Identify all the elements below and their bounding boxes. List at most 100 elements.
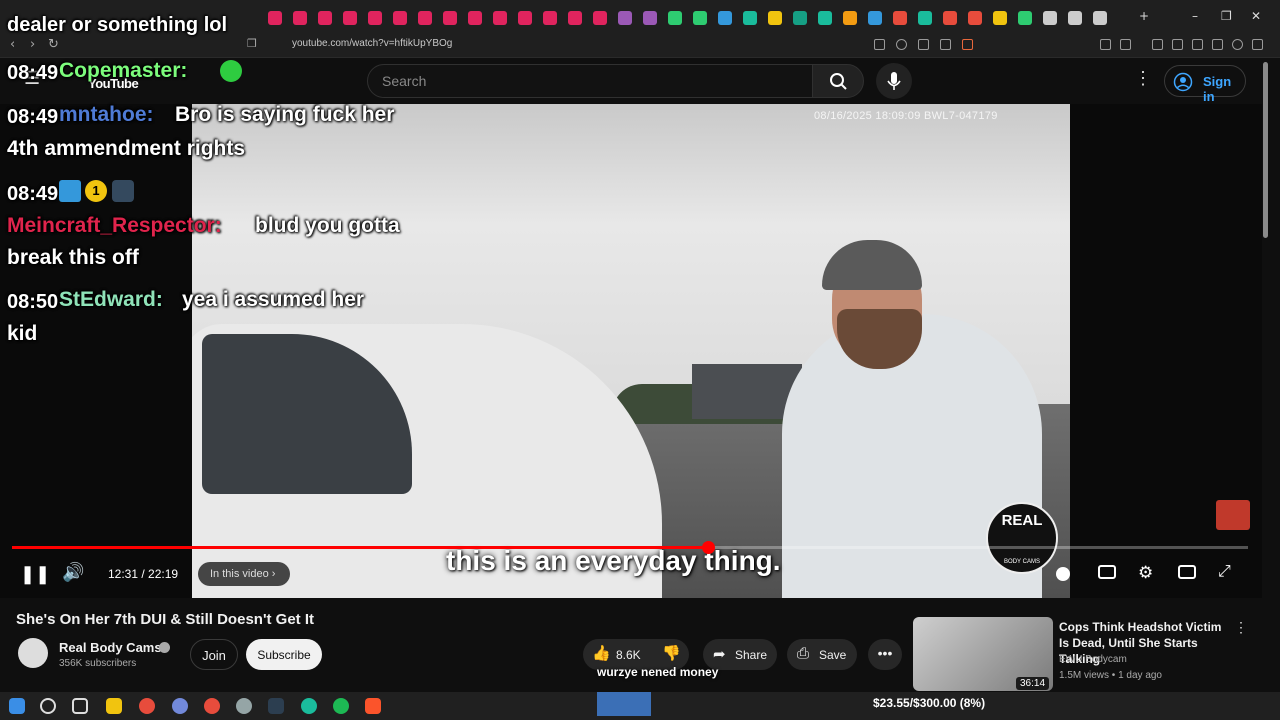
browser-tab-icon[interactable] [993,11,1007,25]
browser-tab-icon[interactable] [393,11,407,25]
spotify-icon[interactable] [333,698,349,714]
share-page-icon[interactable] [918,39,929,50]
settings-kebab-icon[interactable]: ⋮ [1134,68,1152,89]
volume-icon[interactable]: 🔊 [62,562,84,583]
fullscreen-icon[interactable]: ⤢ [1218,563,1231,581]
tab-search-icon[interactable] [1120,39,1131,50]
save-button[interactable]: ⎙ Save [787,639,857,670]
scrollbar-thumb[interactable] [1263,62,1268,238]
chat-timestamp: 08:50 [7,291,59,313]
cast-icon[interactable] [874,39,885,50]
browser-tab-icon[interactable] [918,11,932,25]
browser-tab-icon[interactable] [543,11,557,25]
wallet-icon[interactable] [1192,39,1203,50]
extensions-icon[interactable] [1100,39,1111,50]
theater-mode-icon[interactable] [1178,565,1196,579]
search-input[interactable]: Search [367,64,813,98]
browser-tab-icon[interactable] [343,11,357,25]
browser-tab-icon[interactable] [693,11,707,25]
browser-tab-icon[interactable] [468,11,482,25]
logo-text: REAL [1001,512,1043,529]
library-icon[interactable] [1152,39,1163,50]
chrome-icon[interactable] [204,698,220,714]
browser-tab-icon[interactable] [893,11,907,25]
browser-tab-icon[interactable] [718,11,732,25]
restore-button[interactable]: ❐ [1221,9,1232,23]
chat-message: break this off [7,246,139,269]
chapter-button[interactable]: In this video › [198,562,290,586]
recommended-channel[interactable]: EWU Bodycam [1059,654,1127,665]
browser-tab-icon[interactable] [968,11,982,25]
vpn-icon[interactable] [1232,39,1243,50]
sub-badge-icon: 1 [85,180,107,202]
brave-icon[interactable] [365,698,381,714]
donation-goal: $23.55/$300.00 (8%) [873,696,986,710]
zoom-icon[interactable] [896,39,907,50]
browser-tab-icon[interactable] [418,11,432,25]
edge-icon[interactable] [301,698,317,714]
scrubber-handle[interactable] [701,541,715,554]
pause-icon[interactable]: ❚❚ [20,564,50,585]
subscribe-button[interactable]: Subscribe [246,639,322,670]
browser-tab-icon[interactable] [443,11,457,25]
minimize-button[interactable]: – [1192,9,1198,23]
browser-tab-icon[interactable] [743,11,757,25]
sign-in-button[interactable]: Sign in [1164,65,1246,104]
browser-tab-icon[interactable] [818,11,832,25]
leo-ai-icon[interactable] [1212,39,1223,50]
like-icon[interactable]: 👍 [592,644,611,662]
browser-tab-icon[interactable] [1018,11,1032,25]
browser-tab-icon[interactable] [843,11,857,25]
browser-tab-icon[interactable] [268,11,282,25]
bookmark-star-icon[interactable] [940,39,951,50]
browser-tab-icon[interactable] [868,11,882,25]
browser-tab-icon[interactable] [643,11,657,25]
menu-icon[interactable] [1252,39,1263,50]
browser-tab-icon[interactable] [518,11,532,25]
voice-search-button[interactable] [876,63,912,99]
browser-tab-icon[interactable] [668,11,682,25]
browser-tab-icon[interactable] [1043,11,1057,25]
discord-icon[interactable] [172,698,188,714]
sidebar-icon[interactable] [1172,39,1183,50]
channel-name[interactable]: Real Body Cams [59,640,162,655]
search-taskbar-icon[interactable] [40,698,56,714]
browser-tab-icon[interactable] [493,11,507,25]
task-view-icon[interactable] [72,698,88,714]
browser-tab-icon[interactable] [768,11,782,25]
autoplay-toggle[interactable] [1056,567,1070,581]
chat-message: 4th ammendment rights [7,137,246,160]
browser-tab-icon[interactable] [368,11,382,25]
browser-tab-icon[interactable] [1068,11,1082,25]
app-icon[interactable] [236,698,252,714]
captions-icon[interactable] [1098,565,1116,579]
new-tab-button[interactable]: + [1139,9,1149,23]
browser-tab-icon[interactable] [618,11,632,25]
brave-shield-icon[interactable] [962,39,973,50]
search-button[interactable] [812,64,864,98]
obs-icon[interactable] [139,698,155,714]
more-actions-button[interactable]: ••• [868,639,902,670]
browser-tab-icon[interactable] [593,11,607,25]
progress-bar[interactable] [12,541,1248,554]
browser-tab-icon[interactable] [293,11,307,25]
browser-tab-icon[interactable] [1093,11,1107,25]
like-count[interactable]: 8.6K [616,648,641,662]
browser-tab-icon[interactable] [793,11,807,25]
settings-gear-icon[interactable]: ⚙ [1138,563,1153,583]
browser-tab-icon[interactable] [318,11,332,25]
dislike-icon[interactable]: 👎 [662,644,681,662]
channel-avatar[interactable] [18,638,48,668]
browser-tab-icon[interactable] [568,11,582,25]
bookmark-icon[interactable]: ❒ [247,37,257,50]
file-explorer-icon[interactable] [106,698,122,714]
subscribe-watermark[interactable] [1216,500,1250,530]
url-field[interactable]: youtube.com/watch?v=hftikUpYBOg [292,38,452,49]
video-frame[interactable]: 08/16/2025 18:09:09 BWL7-047179 [192,104,1070,598]
start-icon[interactable] [9,698,25,714]
browser-tab-icon[interactable] [943,11,957,25]
close-window-button[interactable]: ✕ [1251,9,1261,23]
recommended-menu-icon[interactable]: ⋮ [1234,619,1248,636]
join-button[interactable]: Join [190,639,238,670]
steam-icon[interactable] [268,698,284,714]
